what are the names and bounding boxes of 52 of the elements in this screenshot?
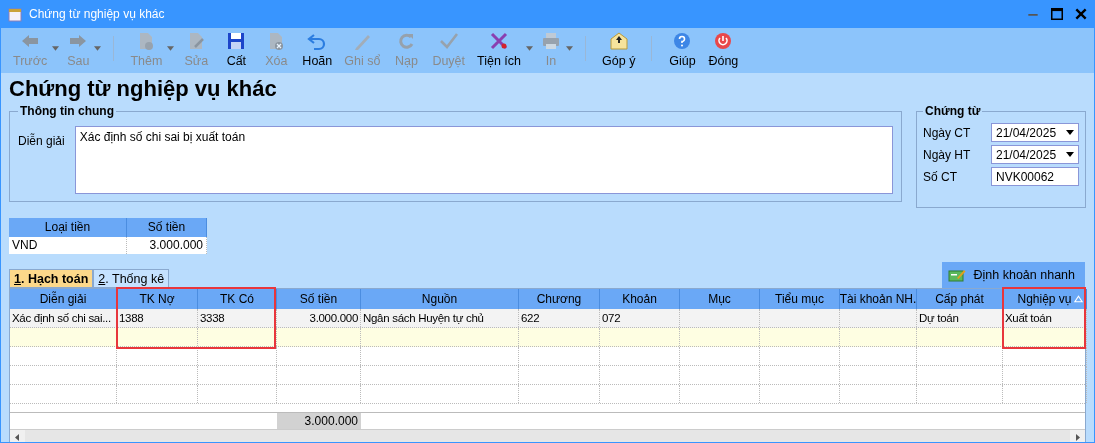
tab[interactable]: 2. Thống kê [93, 269, 170, 288]
table-cell: VND [9, 237, 127, 254]
table-cell: 622 [519, 309, 600, 327]
tab[interactable]: 1. Hạch toán [9, 269, 94, 288]
maximize-button[interactable] [1050, 7, 1064, 21]
sort-icon [1074, 295, 1083, 303]
column-header: Số tiền [127, 218, 207, 237]
window-title: Chứng từ nghiệp vụ khác [29, 7, 166, 21]
table-cell: Ngân sách Huyện tự chủ [361, 309, 519, 327]
toolbar-button[interactable]: Tiện ích [471, 28, 536, 73]
table-cell: Xuất toán [1003, 309, 1087, 327]
scroll-left-icon[interactable] [10, 430, 25, 442]
date-picker[interactable]: 21/04/2025 [991, 123, 1079, 142]
help-icon [672, 31, 693, 51]
toolbar-button[interactable]: Đóng [702, 28, 745, 73]
caret-icon[interactable] [1066, 152, 1074, 157]
total-cell: 3.000.000 [277, 413, 361, 429]
horizontal-scrollbar[interactable] [10, 429, 1085, 442]
column-header: Loại tiền [9, 218, 127, 237]
toolbar-button[interactable]: Cất [216, 28, 257, 73]
input-field[interactable]: NVK00062 [991, 167, 1079, 186]
date-picker[interactable]: 21/04/2025 [991, 145, 1079, 164]
table-cell: 3.000.000 [127, 237, 207, 254]
field-label: Số CT [923, 169, 957, 184]
caret-icon[interactable] [1066, 130, 1074, 135]
field-label: Diễn giải [18, 132, 65, 150]
pen-card-icon [947, 268, 966, 282]
table-cell: 072 [600, 309, 680, 327]
toolbar-button[interactable]: Hoãn [296, 28, 339, 73]
quick-entry-button[interactable]: Định khoản nhanh [941, 262, 1085, 288]
close-button[interactable] [1074, 7, 1088, 21]
printer-icon [541, 31, 562, 51]
description-field[interactable]: Xác định số chi sai bị xuất toán [74, 126, 893, 194]
toolbar-button[interactable]: Giúp [662, 28, 703, 73]
scroll-right-icon[interactable] [1070, 430, 1085, 442]
group-title: Chứng từ [924, 104, 982, 118]
table-cell: 3338 [198, 309, 277, 327]
group-title: Thông tin chung [19, 104, 115, 118]
table-cell: 3.000.000 [277, 309, 361, 327]
form-heading: Chứng từ nghiệp vụ khác [9, 75, 278, 103]
envelope-upload-icon [608, 31, 629, 51]
table-cell: Dự toán [917, 309, 1003, 327]
field-label: Ngày CT [923, 125, 971, 140]
app-icon [7, 6, 23, 22]
undo-arrow-icon [307, 31, 328, 51]
table-cell: 1388 [117, 309, 198, 327]
toolbar-button[interactable]: Góp ý [596, 28, 642, 73]
field-label: Ngày HT [923, 147, 971, 162]
power-icon [713, 31, 734, 51]
checkmark-icon [438, 31, 459, 51]
dropdown-caret-icon[interactable] [526, 46, 534, 51]
table-cell: Xác định số chi sai... [10, 309, 117, 327]
